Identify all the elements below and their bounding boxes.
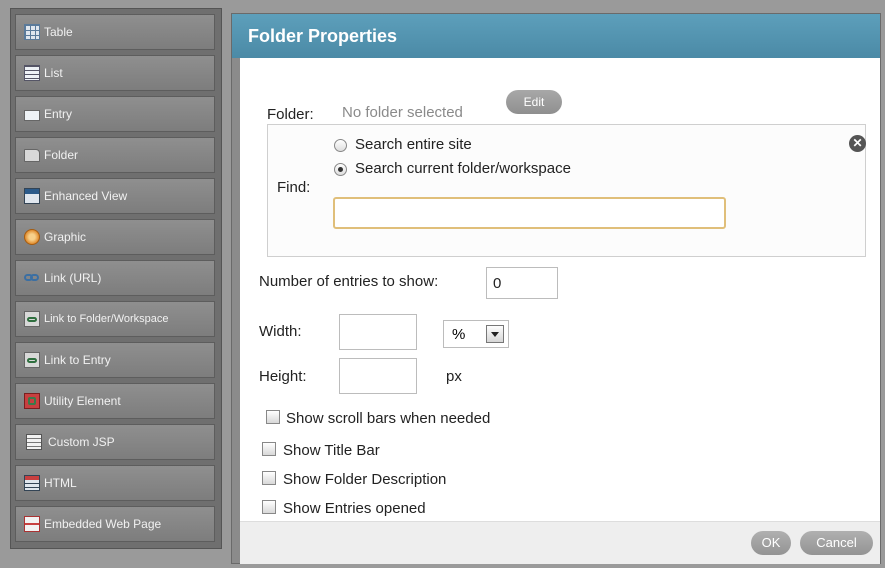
sidebar-item-label: HTML <box>44 476 77 490</box>
show-entries-opened-checkbox[interactable] <box>262 500 276 514</box>
width-unit-value: % <box>452 326 466 343</box>
sidebar-item-label: Table <box>44 25 73 39</box>
sidebar-item-label: Link to Entry <box>44 353 111 367</box>
sidebar-item-enhanced-view[interactable]: Enhanced View <box>15 178 215 214</box>
element-palette-sidebar: Table List Entry Folder Enhanced View Gr… <box>10 8 222 549</box>
search-current-folder-radio[interactable] <box>334 163 347 176</box>
close-icon[interactable]: ✕ <box>849 135 866 152</box>
find-input[interactable] <box>333 197 726 229</box>
show-scroll-bars-label[interactable]: Show scroll bars when needed <box>286 410 490 427</box>
sidebar-item-folder[interactable]: Folder <box>15 137 215 173</box>
enhanced-view-icon <box>24 188 40 204</box>
dialog-title-bar[interactable]: Folder Properties <box>232 14 880 58</box>
sidebar-item-link-entry[interactable]: Link to Entry <box>15 342 215 378</box>
sidebar-item-link-folder-workspace[interactable]: Link to Folder/Workspace <box>15 301 215 337</box>
chevron-down-icon[interactable] <box>486 325 504 343</box>
folder-properties-dialog: Folder Properties Folder: No folder sele… <box>231 13 881 564</box>
sidebar-item-list[interactable]: List <box>15 55 215 91</box>
embedded-web-page-icon <box>24 516 40 532</box>
sidebar-item-custom-jsp[interactable]: Custom JSP <box>15 424 215 460</box>
sidebar-item-table[interactable]: Table <box>15 14 215 50</box>
sidebar-item-label: Link (URL) <box>44 271 102 285</box>
folder-icon <box>24 148 40 162</box>
sidebar-item-label: Utility Element <box>44 394 121 408</box>
search-entire-site-label[interactable]: Search entire site <box>355 136 472 153</box>
custom-jsp-icon <box>26 434 42 450</box>
sidebar-item-utility-element[interactable]: Utility Element <box>15 383 215 419</box>
folder-value: No folder selected <box>342 104 463 121</box>
show-entries-opened-label[interactable]: Show Entries opened <box>283 500 426 517</box>
link-entry-icon <box>24 352 40 368</box>
sidebar-item-label: List <box>44 66 63 80</box>
show-title-bar-label[interactable]: Show Title Bar <box>283 442 380 459</box>
sidebar-item-label: Link to Folder/Workspace <box>44 313 169 325</box>
entry-icon <box>24 109 40 121</box>
sidebar-item-label: Folder <box>44 148 79 162</box>
show-folder-description-checkbox[interactable] <box>262 471 276 485</box>
find-section: Find: Search entire site Search current … <box>267 124 866 257</box>
height-unit: px <box>446 368 462 385</box>
dialog-content: Folder: No folder selected Edit Find: Se… <box>240 58 880 521</box>
utility-element-icon <box>24 393 40 409</box>
ok-button[interactable]: OK <box>751 531 791 555</box>
sidebar-item-embedded-web-page[interactable]: Embedded Web Page <box>15 506 215 542</box>
search-entire-site-radio[interactable] <box>334 139 347 152</box>
link-folder-icon <box>24 311 40 327</box>
link-icon <box>24 270 40 286</box>
folder-label: Folder: <box>267 106 314 123</box>
cancel-button[interactable]: Cancel <box>800 531 873 555</box>
sidebar-item-label: Embedded Web Page <box>44 517 162 531</box>
find-label: Find: <box>277 179 311 196</box>
html-icon <box>24 475 40 491</box>
dialog-title: Folder Properties <box>248 26 398 46</box>
sidebar-item-entry[interactable]: Entry <box>15 96 215 132</box>
table-icon <box>24 24 40 40</box>
sidebar-item-label: Entry <box>44 107 73 121</box>
search-current-folder-label[interactable]: Search current folder/workspace <box>355 160 571 177</box>
dialog-left-strip <box>232 58 240 563</box>
sidebar-item-label: Enhanced View <box>44 189 128 203</box>
width-unit-select[interactable]: % <box>443 320 509 348</box>
show-folder-description-label[interactable]: Show Folder Description <box>283 471 446 488</box>
sidebar-item-link-url[interactable]: Link (URL) <box>15 260 215 296</box>
show-scroll-bars-checkbox[interactable] <box>266 410 280 424</box>
graphic-icon <box>24 229 40 245</box>
sidebar-item-label: Graphic <box>44 230 87 244</box>
entries-label: Number of entries to show: <box>259 273 439 290</box>
entries-input[interactable]: 0 <box>486 267 558 299</box>
height-input[interactable] <box>339 358 417 394</box>
height-label: Height: <box>259 368 307 385</box>
edit-folder-button[interactable]: Edit <box>506 90 562 114</box>
width-input[interactable] <box>339 314 417 350</box>
sidebar-item-label: Custom JSP <box>48 435 115 449</box>
width-label: Width: <box>259 323 302 340</box>
show-title-bar-checkbox[interactable] <box>262 442 276 456</box>
list-icon <box>24 65 40 81</box>
sidebar-item-graphic[interactable]: Graphic <box>15 219 215 255</box>
sidebar-item-html[interactable]: HTML <box>15 465 215 501</box>
dialog-footer: OK Cancel <box>240 521 880 564</box>
